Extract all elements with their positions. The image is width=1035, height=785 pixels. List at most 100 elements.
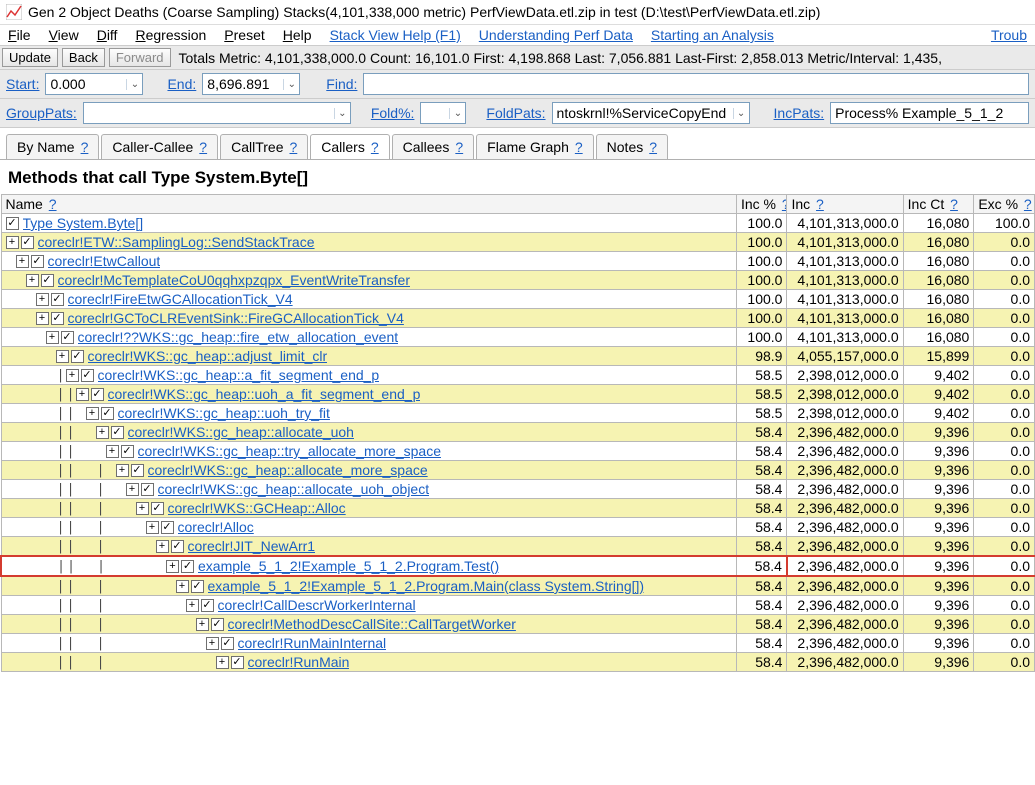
expand-icon[interactable]: + <box>116 464 129 477</box>
tab-callers[interactable]: Callers? <box>310 134 389 159</box>
tab-flame-graph[interactable]: Flame Graph? <box>476 134 594 159</box>
expand-icon[interactable]: + <box>36 312 49 325</box>
tab-by-name[interactable]: By Name? <box>6 134 99 159</box>
menu-view[interactable]: View <box>49 27 79 43</box>
table-row[interactable]: || +✓coreclr!WKS::gc_heap::allocate_uoh5… <box>1 423 1035 442</box>
row-checkbox[interactable]: ✓ <box>91 388 104 401</box>
expand-icon[interactable]: + <box>126 483 139 496</box>
grouppats-label[interactable]: GroupPats: <box>6 105 77 121</box>
row-checkbox[interactable]: ✓ <box>111 426 124 439</box>
name-cell[interactable]: || +✓coreclr!WKS::gc_heap::try_allocate_… <box>1 442 736 461</box>
name-cell[interactable]: +✓coreclr!EtwCallout <box>1 252 736 271</box>
grouppats-input[interactable] <box>84 103 334 123</box>
table-row[interactable]: ✓Type System.Byte[]100.04,101,313,000.01… <box>1 214 1035 233</box>
row-label[interactable]: coreclr!WKS::gc_heap::try_allocate_more_… <box>138 443 441 459</box>
expand-icon[interactable]: + <box>16 255 29 268</box>
expand-icon[interactable]: + <box>56 350 69 363</box>
find-combo[interactable] <box>363 73 1029 95</box>
expand-icon[interactable]: + <box>76 388 89 401</box>
menu-preset[interactable]: Preset <box>224 27 264 43</box>
table-row[interactable]: +✓coreclr!GCToCLREventSink::FireGCAlloca… <box>1 309 1035 328</box>
find-label[interactable]: Find: <box>326 76 357 92</box>
incpats-input[interactable] <box>831 103 1028 123</box>
row-checkbox[interactable]: ✓ <box>181 560 194 573</box>
expand-icon[interactable]: + <box>36 293 49 306</box>
chevron-down-icon[interactable]: ⌄ <box>283 79 299 90</box>
chevron-down-icon[interactable]: ⌄ <box>449 108 465 119</box>
name-cell[interactable]: || | +✓coreclr!JIT_NewArr1 <box>1 537 736 557</box>
name-cell[interactable]: || +✓coreclr!WKS::gc_heap::uoh_try_fit <box>1 404 736 423</box>
row-checkbox[interactable]: ✓ <box>121 445 134 458</box>
foldpats-input[interactable] <box>553 103 733 123</box>
table-row[interactable]: +✓coreclr!McTemplateCoU0qqhxpzqpx_EventW… <box>1 271 1035 290</box>
name-cell[interactable]: || | +✓example_5_1_2!Example_5_1_2.Progr… <box>1 576 736 596</box>
forward-button[interactable]: Forward <box>109 48 171 67</box>
row-label[interactable]: coreclr!WKS::gc_heap::allocate_uoh_objec… <box>158 481 430 497</box>
link-understanding-perf[interactable]: Understanding Perf Data <box>479 27 633 43</box>
row-checkbox[interactable]: ✓ <box>41 274 54 287</box>
expand-icon[interactable]: + <box>166 560 179 573</box>
row-label[interactable]: coreclr!McTemplateCoU0qqhxpzqpx_EventWri… <box>58 272 410 288</box>
expand-icon[interactable]: + <box>176 580 189 593</box>
chevron-down-icon[interactable]: ⌄ <box>126 79 142 90</box>
end-combo[interactable]: ⌄ <box>202 73 300 95</box>
row-label[interactable]: coreclr!EtwCallout <box>48 253 161 269</box>
table-row[interactable]: || | +✓coreclr!MethodDescCallSite::CallT… <box>1 615 1035 634</box>
row-checkbox[interactable]: ✓ <box>51 293 64 306</box>
table-row[interactable]: +✓coreclr!WKS::gc_heap::adjust_limit_clr… <box>1 347 1035 366</box>
table-row[interactable]: || +✓coreclr!WKS::gc_heap::uoh_try_fit58… <box>1 404 1035 423</box>
incpats-label[interactable]: IncPats: <box>774 105 825 121</box>
menu-help[interactable]: Help <box>283 27 312 43</box>
start-input[interactable] <box>46 74 126 94</box>
expand-icon[interactable]: + <box>206 637 219 650</box>
row-label[interactable]: coreclr!CallDescrWorkerInternal <box>218 597 416 613</box>
name-cell[interactable]: ||+✓coreclr!WKS::gc_heap::uoh_a_fit_segm… <box>1 385 736 404</box>
row-checkbox[interactable]: ✓ <box>101 407 114 420</box>
row-checkbox[interactable]: ✓ <box>141 483 154 496</box>
tab-callees[interactable]: Callees? <box>392 134 475 159</box>
table-row[interactable]: || | +✓coreclr!JIT_NewArr158.42,396,482,… <box>1 537 1035 557</box>
name-cell[interactable]: |+✓coreclr!WKS::gc_heap::a_fit_segment_e… <box>1 366 736 385</box>
row-label[interactable]: coreclr!RunMainInternal <box>238 635 387 651</box>
expand-icon[interactable]: + <box>156 540 169 553</box>
incpats-combo[interactable] <box>830 102 1029 124</box>
row-checkbox[interactable]: ✓ <box>51 312 64 325</box>
row-checkbox[interactable]: ✓ <box>201 599 214 612</box>
row-label[interactable]: coreclr!Alloc <box>178 519 254 535</box>
table-row[interactable]: || | +✓coreclr!WKS::gc_heap::allocate_mo… <box>1 461 1035 480</box>
row-checkbox[interactable]: ✓ <box>151 502 164 515</box>
row-checkbox[interactable]: ✓ <box>191 580 204 593</box>
chevron-down-icon[interactable]: ⌄ <box>733 108 749 119</box>
row-checkbox[interactable]: ✓ <box>211 618 224 631</box>
row-checkbox[interactable]: ✓ <box>221 637 234 650</box>
table-row[interactable]: || | +✓example_5_1_2!Example_5_1_2.Progr… <box>1 576 1035 596</box>
name-cell[interactable]: || | +✓coreclr!MethodDescCallSite::CallT… <box>1 615 736 634</box>
row-checkbox[interactable]: ✓ <box>171 540 184 553</box>
end-input[interactable] <box>203 74 283 94</box>
table-row[interactable]: || | +✓coreclr!WKS::GCHeap::Alloc58.42,3… <box>1 499 1035 518</box>
menu-file[interactable]: File <box>8 27 31 43</box>
menu-diff[interactable]: Diff <box>97 27 118 43</box>
expand-icon[interactable]: + <box>136 502 149 515</box>
name-cell[interactable]: +✓coreclr!FireEtwGCAllocationTick_V4 <box>1 290 736 309</box>
row-checkbox[interactable]: ✓ <box>6 217 19 230</box>
link-troubleshooting[interactable]: Troub <box>991 27 1027 43</box>
row-checkbox[interactable]: ✓ <box>131 464 144 477</box>
row-label[interactable]: coreclr!ETW::SamplingLog::SendStackTrace <box>38 234 315 250</box>
expand-icon[interactable]: + <box>186 599 199 612</box>
expand-icon[interactable]: + <box>66 369 79 382</box>
row-label[interactable]: coreclr!WKS::gc_heap::allocate_uoh <box>128 424 354 440</box>
start-combo[interactable]: ⌄ <box>45 73 143 95</box>
expand-icon[interactable]: + <box>86 407 99 420</box>
table-row[interactable]: |+✓coreclr!WKS::gc_heap::a_fit_segment_e… <box>1 366 1035 385</box>
row-label[interactable]: example_5_1_2!Example_5_1_2.Program.Test… <box>198 558 499 574</box>
name-cell[interactable]: || | +✓example_5_1_2!Example_5_1_2.Progr… <box>1 556 736 576</box>
grouppats-combo[interactable]: ⌄ <box>83 102 351 124</box>
tab-caller-callee[interactable]: Caller-Callee? <box>101 134 218 159</box>
tab-notes[interactable]: Notes? <box>596 134 668 159</box>
row-label[interactable]: example_5_1_2!Example_5_1_2.Program.Main… <box>208 578 645 594</box>
name-cell[interactable]: || | +✓coreclr!WKS::gc_heap::allocate_mo… <box>1 461 736 480</box>
table-row[interactable]: +✓coreclr!FireEtwGCAllocationTick_V4100.… <box>1 290 1035 309</box>
name-cell[interactable]: || | +✓coreclr!CallDescrWorkerInternal <box>1 596 736 615</box>
row-label[interactable]: coreclr!WKS::gc_heap::uoh_a_fit_segment_… <box>108 386 421 402</box>
